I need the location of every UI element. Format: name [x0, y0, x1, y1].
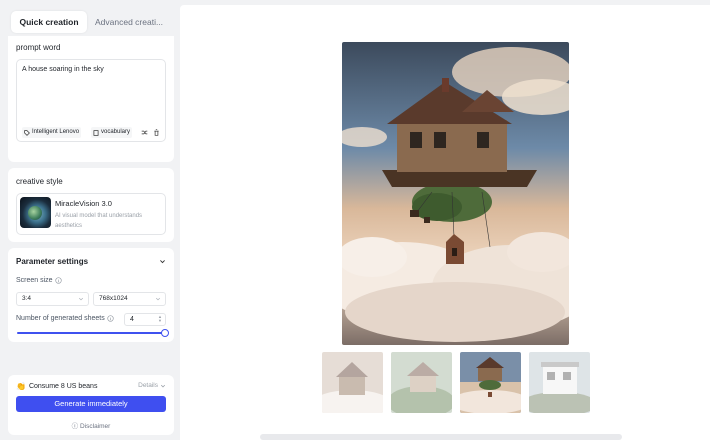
- details-text: Details: [138, 382, 158, 389]
- intelligent-lenovo-label: Intelligent Lenovo: [32, 129, 80, 135]
- info-icon: ⓘ: [71, 423, 79, 430]
- model-name: MiracleVision 3.0: [55, 199, 112, 208]
- thumbnail-image: [391, 352, 452, 413]
- sheets-stepper[interactable]: 4 ▲ ▼: [124, 313, 166, 326]
- thumbnail-3-selected[interactable]: [460, 352, 521, 413]
- sheets-value: 4: [130, 316, 134, 323]
- thumbnail-image: [460, 352, 521, 413]
- thumbnail-4[interactable]: [529, 352, 590, 413]
- thumbnail-1[interactable]: [322, 352, 383, 413]
- model-description: AI visual model that understands aesthet…: [55, 213, 143, 229]
- disclaimer-link[interactable]: ⓘ Disclaimer: [8, 420, 174, 430]
- disclaimer-text: Disclaimer: [79, 423, 111, 430]
- intelligent-lenovo-chip[interactable]: Intelligent Lenovo: [22, 127, 82, 138]
- stepper-arrows[interactable]: ▲ ▼: [157, 315, 163, 324]
- sheets-label: Number of generated sheets: [16, 315, 114, 322]
- generate-card: 👏 Consume 8 US beans Details Generate im…: [8, 375, 174, 435]
- prompt-input[interactable]: A house soaring in the sky Intelligent L…: [16, 59, 166, 142]
- prompt-text: A house soaring in the sky: [22, 66, 104, 73]
- vocabulary-chip[interactable]: vocabulary: [91, 127, 133, 138]
- creative-style-card: creative style MiracleVision 3.0 AI visu…: [8, 168, 174, 242]
- chevron-down-icon: [78, 297, 84, 301]
- resolution-value: 768x1024: [99, 295, 128, 302]
- resolution-select[interactable]: 768x1024: [93, 292, 166, 306]
- parameter-settings-title: Parameter settings: [16, 257, 89, 266]
- chevron-down-icon: [160, 384, 166, 387]
- thumbnail-2[interactable]: [391, 352, 452, 413]
- tag-icon: [24, 129, 30, 136]
- sheets-slider-handle[interactable]: [161, 329, 169, 337]
- chevron-down-icon[interactable]: [159, 258, 166, 265]
- sheets-slider-track[interactable]: [17, 332, 165, 334]
- tab-quick-creation[interactable]: Quick creation: [11, 11, 87, 33]
- preview-area: [180, 5, 710, 440]
- horizontal-scrollbar[interactable]: [260, 434, 622, 440]
- info-icon: [54, 277, 62, 284]
- model-selector[interactable]: MiracleVision 3.0 AI visual model that u…: [16, 193, 166, 235]
- thumbnail-image: [322, 352, 383, 413]
- creative-style-title: creative style: [16, 177, 63, 186]
- vocabulary-label: vocabulary: [101, 129, 131, 135]
- chevron-down-icon: [155, 297, 161, 301]
- creation-tabs: Quick creation Advanced creati...: [8, 8, 174, 36]
- generate-button[interactable]: Generate immediately: [16, 396, 166, 412]
- generated-image[interactable]: [342, 42, 569, 345]
- bean-icon: 👏: [16, 382, 26, 391]
- info-icon: [107, 315, 114, 322]
- screen-size-label: Screen size: [16, 277, 62, 284]
- screen-size-text: Screen size: [16, 277, 53, 284]
- book-icon: [93, 129, 99, 136]
- prompt-card: prompt word A house soaring in the sky I…: [8, 36, 174, 162]
- parameter-settings-card: Parameter settings Screen size 3:4 768x1…: [8, 248, 174, 342]
- consume-info: 👏 Consume 8 US beans: [16, 382, 97, 391]
- thumbnail-image: [529, 352, 590, 413]
- aspect-ratio-value: 3:4: [22, 295, 32, 302]
- thumbnail-strip: [322, 352, 590, 413]
- prompt-title: prompt word: [16, 43, 61, 52]
- left-panel: Quick creation Advanced creati... prompt…: [0, 0, 180, 440]
- consume-text: Consume 8 US beans: [28, 383, 98, 390]
- trash-icon[interactable]: [153, 129, 160, 136]
- sheets-text: Number of generated sheets: [16, 315, 105, 322]
- shuffle-icon[interactable]: [141, 129, 148, 136]
- model-thumbnail: [20, 197, 51, 228]
- flying-house-image: [342, 42, 569, 345]
- aspect-ratio-select[interactable]: 3:4: [16, 292, 89, 306]
- details-link[interactable]: Details: [138, 382, 166, 389]
- tab-advanced-creation[interactable]: Advanced creati...: [89, 11, 171, 33]
